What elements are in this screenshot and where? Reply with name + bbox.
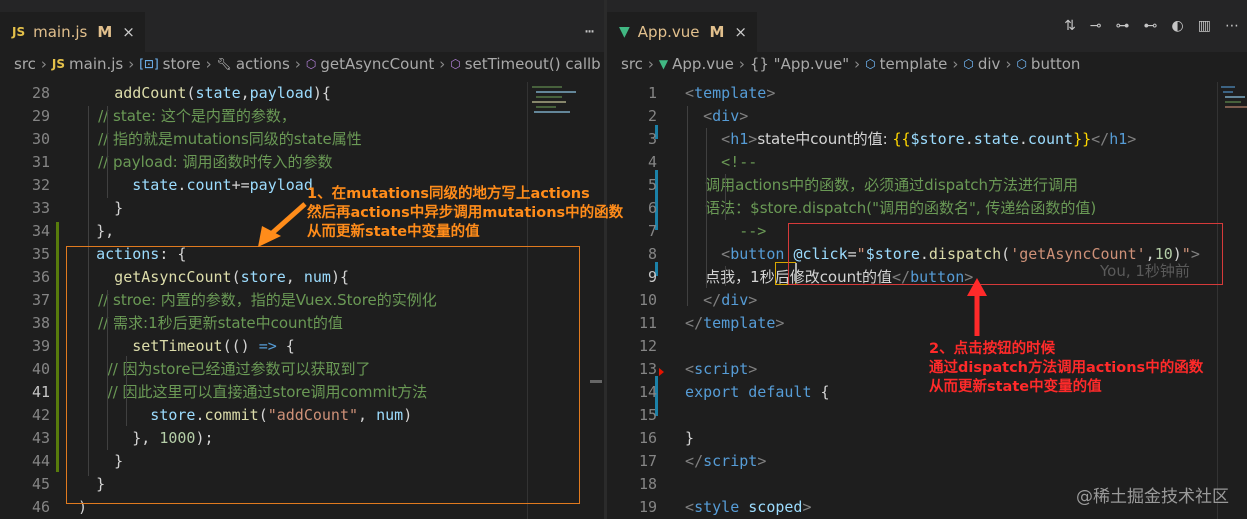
red-arrowhead bbox=[967, 278, 987, 296]
annotation-line: 2、点击按钮的时候 bbox=[929, 341, 1056, 357]
annotation-line: 从而更新state中变量的值 bbox=[307, 224, 480, 240]
annotation-line: 从而更新state中变量的值 bbox=[929, 379, 1102, 395]
orange-arrow bbox=[268, 202, 307, 237]
annotation-line: 通过dispatch方法调用actions中的函数 bbox=[929, 360, 1204, 376]
annotation-step-2: 2、点击按钮的时候 通过dispatch方法调用actions中的函数 从而更新… bbox=[929, 340, 1203, 397]
annotation-step-1: 1、在mutations同级的地方写上actions 然后再actions中异步… bbox=[307, 185, 623, 242]
annotation-arrows bbox=[258, 202, 987, 336]
annotation-line: 然后再actions中异步调用mutations中的函数 bbox=[307, 205, 624, 221]
annotation-line: 1、在mutations同级的地方写上actions bbox=[307, 186, 590, 202]
watermark: @稀土掘金技术社区 bbox=[1076, 487, 1229, 507]
